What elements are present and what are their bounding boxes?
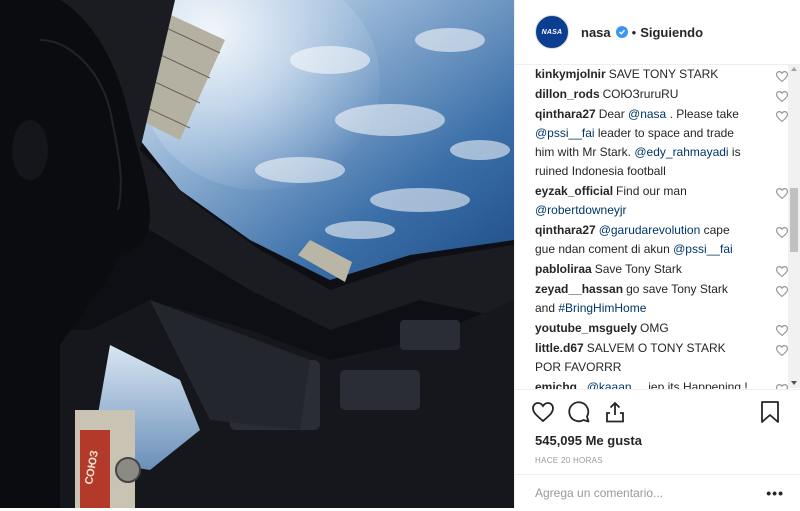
comment-username[interactable]: qinthara27 — [535, 107, 596, 121]
following-button[interactable]: Siguiendo — [640, 25, 703, 40]
comment-item: qinthara27 @garudarevolution cape gue nda… — [535, 221, 789, 259]
comment-text: SAVE TONY STARK — [608, 67, 719, 81]
post-timestamp[interactable]: HACE 20 HORAS — [515, 456, 800, 474]
comment-username[interactable]: emichg_ — [535, 380, 584, 389]
mention-link[interactable]: @pssi__fai — [673, 242, 733, 256]
comment-button[interactable] — [567, 400, 591, 424]
comment-text: СОЮЗruruRU — [602, 87, 679, 101]
separator-dot: • — [631, 24, 637, 40]
comment-item: zeyad__hassan go save Tony Stark and #Bri… — [535, 280, 789, 318]
add-comment-bar: Agrega un comentario... ••• — [515, 474, 800, 511]
scrollbar-thumb[interactable] — [790, 188, 798, 252]
share-icon — [606, 401, 624, 423]
more-options-icon[interactable]: ••• — [760, 485, 784, 501]
comment-like-heart-icon[interactable] — [775, 109, 789, 123]
share-button[interactable] — [603, 400, 627, 424]
mention-link[interactable]: #BringHimHome — [558, 301, 646, 315]
comments-list[interactable]: kinkymjolnir SAVE TONY STARK dillon_rods СО… — [515, 65, 800, 389]
mention-link[interactable]: @pssi__fai — [535, 126, 595, 140]
scroll-down-arrow-icon[interactable] — [791, 381, 797, 385]
comment-bubble-icon — [568, 401, 590, 423]
comment-input[interactable]: Agrega un comentario... — [535, 486, 760, 500]
post-photo[interactable]: СОЮЗ — [0, 0, 514, 508]
comment-like-heart-icon[interactable] — [775, 323, 789, 337]
avatar-logo-text: NASA — [541, 28, 563, 36]
comment-like-heart-icon[interactable] — [775, 225, 789, 239]
mention-link[interactable]: @kaaan__ — [587, 380, 645, 389]
comment-username[interactable]: qinthara27 — [535, 223, 596, 237]
comment-like-heart-icon[interactable] — [775, 89, 789, 103]
iss-cupola-photo: СОЮЗ — [0, 0, 514, 508]
comment-item: kinkymjolnir SAVE TONY STARK — [535, 65, 789, 84]
comment-like-heart-icon[interactable] — [775, 186, 789, 200]
comment-like-heart-icon[interactable] — [775, 284, 789, 298]
scroll-up-arrow-icon[interactable] — [791, 67, 797, 71]
comment-item: dillon_rods СОЮЗruruRU — [535, 85, 789, 104]
comment-item: qinthara27 Dear @nasa . Please take @pssi… — [535, 105, 789, 181]
verified-badge-icon — [615, 26, 628, 38]
comment-text: Dear — [598, 107, 629, 121]
comment-item: pabloliraa Save Tony Stark — [535, 260, 789, 279]
avatar[interactable]: NASA — [535, 15, 569, 49]
username-link[interactable]: nasa — [581, 25, 611, 40]
comment-username[interactable]: pabloliraa — [535, 262, 592, 276]
save-button[interactable] — [758, 400, 782, 424]
comment-username[interactable]: dillon_rods — [535, 87, 600, 101]
heart-icon — [532, 402, 554, 422]
comment-text: . Please take — [666, 107, 739, 121]
comment-username[interactable]: zeyad__hassan — [535, 282, 623, 296]
comment-item: little.d67 SALVEM O TONY STARK POR FAVORR… — [535, 339, 789, 377]
comment-text: Find our man — [616, 184, 687, 198]
comment-like-heart-icon[interactable] — [775, 382, 789, 389]
comment-item: youtube_msguely OMG — [535, 319, 789, 338]
mention-link[interactable]: @nasa — [628, 107, 666, 121]
comment-like-heart-icon[interactable] — [775, 343, 789, 357]
comment-text: Save Tony Stark — [594, 262, 682, 276]
mention-link[interactable]: @robertdowneyjr — [535, 203, 627, 217]
action-bar — [515, 389, 800, 434]
comment-like-heart-icon[interactable] — [775, 264, 789, 278]
post-sidebar: NASA nasa • Siguiendo kinkymjolnir SAVE T… — [514, 0, 800, 508]
instagram-post: СОЮЗ NASA nasa • Siguiendo kinkymjolnir S… — [0, 0, 800, 508]
mention-link[interactable]: @edy_rahmayadi — [634, 145, 728, 159]
comment-like-heart-icon[interactable] — [775, 69, 789, 83]
like-count[interactable]: 545,095 Me gusta — [515, 434, 800, 456]
comment-item: emichg_@kaaan__ jep its Happening ! unbe… — [535, 378, 789, 389]
comment-username[interactable]: youtube_msguely — [535, 321, 637, 335]
bookmark-icon — [761, 401, 779, 423]
like-button[interactable] — [531, 400, 555, 424]
comments-scrollbar[interactable] — [788, 64, 800, 388]
comment-text: OMG — [640, 321, 669, 335]
post-header: NASA nasa • Siguiendo — [515, 0, 800, 65]
comment-username[interactable]: little.d67 — [535, 341, 584, 355]
comment-username[interactable]: kinkymjolnir — [535, 67, 606, 81]
comment-item: eyzak_official Find our man @robertdowney… — [535, 182, 789, 220]
comment-username[interactable]: eyzak_official — [535, 184, 613, 198]
mention-link[interactable]: @garudarevolution — [599, 223, 701, 237]
